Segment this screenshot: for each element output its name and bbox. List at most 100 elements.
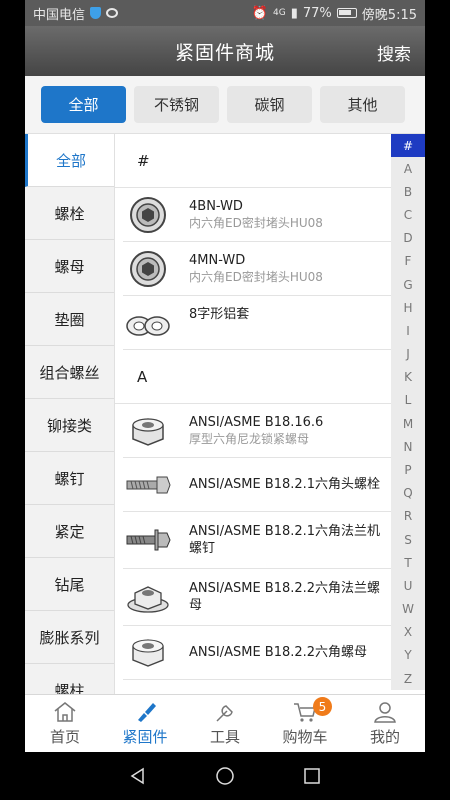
category-item-bolts[interactable]: 螺栓 xyxy=(25,187,114,240)
nav-tools[interactable]: 工具 xyxy=(185,695,265,752)
index-letter[interactable]: R xyxy=(391,505,425,528)
list-item[interactable]: ANSI/ASME B18.2.1六角法兰机螺钉 xyxy=(123,512,425,569)
home-circle-icon[interactable] xyxy=(215,766,235,786)
list-item[interactable]: ANSI/ASME B18.16.6 厚型六角尼龙锁紧螺母 xyxy=(123,404,425,458)
category-item-set-screws[interactable]: 紧定 xyxy=(25,505,114,558)
index-letter[interactable]: X xyxy=(391,621,425,644)
item-name: 8字形铝套 xyxy=(189,307,250,322)
item-name: 4BN-WD xyxy=(189,198,243,214)
product-list: # 4BN-WD 内六角ED密封堵头HU08 4MN-WD 内六角ED密封堵头H… xyxy=(115,134,425,694)
home-icon xyxy=(54,702,76,722)
index-letter[interactable]: M xyxy=(391,412,425,435)
category-item-nuts[interactable]: 螺母 xyxy=(25,240,114,293)
nav-profile[interactable]: 我的 xyxy=(345,695,425,752)
search-button[interactable]: 搜索 xyxy=(377,40,411,65)
category-item-studs[interactable]: 螺柱 xyxy=(25,664,114,695)
alarm-icon: ⏰ xyxy=(251,5,269,21)
status-bar: 中国电信 ⏰ 4G ▮ 77% 傍晚5:15 xyxy=(25,0,425,26)
brush-icon xyxy=(138,703,156,722)
list-item[interactable]: 4BN-WD 内六角ED密封堵头HU08 xyxy=(123,188,425,242)
item-name: ANSI/ASME B18.2.2六角法兰螺母 xyxy=(189,581,381,613)
section-header: # xyxy=(115,134,425,188)
nav-label: 工具 xyxy=(209,728,240,746)
index-letter[interactable]: Y xyxy=(391,644,425,667)
alphabet-index-bar[interactable]: # A B C D F G H I J K L M N P Q R S T U W X Y Z xyxy=(391,134,425,690)
filter-tab-carbon[interactable]: 碳钢 xyxy=(227,86,312,123)
category-item-expansion[interactable]: 膨胀系列 xyxy=(25,611,114,664)
index-letter[interactable]: # xyxy=(391,134,425,158)
index-letter[interactable]: T xyxy=(391,551,425,574)
index-letter[interactable]: A xyxy=(391,157,425,180)
nav-label: 紧固件 xyxy=(122,728,168,746)
item-name: 4MN-WD xyxy=(189,252,246,268)
index-letter[interactable]: U xyxy=(391,574,425,597)
app-screen: 中国电信 ⏰ 4G ▮ 77% 傍晚5:15 紧固件商城 搜索 全部 不锈钢 碳… xyxy=(25,0,425,800)
app-header: 紧固件商城 搜索 xyxy=(25,26,425,76)
hex-nut-icon xyxy=(123,633,173,673)
index-letter[interactable]: D xyxy=(391,227,425,250)
index-letter[interactable]: P xyxy=(391,458,425,481)
clock: 傍晚5:15 xyxy=(361,7,417,23)
item-name: ANSI/ASME B18.16.6 xyxy=(189,414,324,430)
section-header: A xyxy=(115,350,425,404)
filter-tab-other[interactable]: 其他 xyxy=(320,86,405,123)
nylon-nut-icon xyxy=(123,411,173,451)
shield-icon xyxy=(90,7,102,19)
index-letter[interactable]: K xyxy=(391,366,425,389)
list-item[interactable]: 4MN-WD 内六角ED密封堵头HU08 xyxy=(123,242,425,296)
nav-fasteners[interactable]: 紧固件 xyxy=(105,695,185,752)
system-nav-bar xyxy=(25,752,425,800)
category-item-rivets[interactable]: 铆接类 xyxy=(25,399,114,452)
category-item-combo-screws[interactable]: 组合螺丝 xyxy=(25,346,114,399)
recents-icon[interactable] xyxy=(302,766,322,786)
battery-level: 77% xyxy=(302,5,332,21)
index-letter[interactable]: C xyxy=(391,204,425,227)
item-name: ANSI/ASME B18.2.2六角螺母 xyxy=(189,645,368,660)
nav-home[interactable]: 首页 xyxy=(25,695,105,752)
index-letter[interactable]: I xyxy=(391,319,425,342)
index-letter[interactable]: B xyxy=(391,180,425,203)
nav-cart[interactable]: 5 购物车 xyxy=(265,695,345,752)
figure8-sleeve-icon xyxy=(123,306,173,346)
index-letter[interactable]: L xyxy=(391,389,425,412)
nav-label: 我的 xyxy=(369,728,400,746)
flange-nut-icon xyxy=(123,577,173,617)
signal-label: 4G xyxy=(273,8,286,18)
filter-tab-stainless[interactable]: 不锈钢 xyxy=(134,86,219,123)
cart-count-badge: 5 xyxy=(313,697,332,716)
filter-tab-all[interactable]: 全部 xyxy=(41,86,126,123)
bottom-nav: 首页 紧固件 工具 5 购物车 我的 xyxy=(25,694,425,752)
index-letter[interactable]: N xyxy=(391,435,425,458)
category-sidebar: 全部 螺栓 螺母 垫圈 组合螺丝 铆接类 螺钉 紧定 钻尾 膨胀系列 螺柱 xyxy=(25,134,115,694)
category-item-screws[interactable]: 螺钉 xyxy=(25,452,114,505)
index-letter[interactable]: F xyxy=(391,250,425,273)
category-item-drill-tail[interactable]: 钻尾 xyxy=(25,558,114,611)
back-icon[interactable] xyxy=(128,766,148,786)
item-name: ANSI/ASME B18.2.1六角头螺栓 xyxy=(189,477,381,492)
list-item[interactable]: 8字形铝套 xyxy=(123,296,425,350)
index-letter[interactable]: J xyxy=(391,343,425,366)
nav-label: 首页 xyxy=(49,728,80,746)
index-letter[interactable]: Q xyxy=(391,482,425,505)
signal-icon: ▮ xyxy=(290,5,298,21)
index-letter[interactable]: H xyxy=(391,296,425,319)
category-item-washers[interactable]: 垫圈 xyxy=(25,293,114,346)
flange-bolt-icon xyxy=(123,520,173,560)
index-letter[interactable]: W xyxy=(391,597,425,620)
index-letter[interactable]: G xyxy=(391,273,425,296)
battery-icon xyxy=(336,8,357,18)
material-filter-tabs: 全部 不锈钢 碳钢 其他 xyxy=(25,76,425,134)
index-letter[interactable]: S xyxy=(391,528,425,551)
socket-plug-icon xyxy=(123,249,173,289)
category-item-all[interactable]: 全部 xyxy=(25,134,114,187)
item-description: 厚型六角尼龙锁紧螺母 xyxy=(189,431,310,446)
list-item[interactable]: ANSI/ASME B18.2.2六角法兰螺母 xyxy=(123,569,425,626)
index-letter[interactable]: Z xyxy=(391,667,425,690)
carrier-label: 中国电信 xyxy=(33,7,86,23)
item-name: ANSI/ASME B18.2.1六角法兰机螺钉 xyxy=(189,524,381,556)
item-description: 内六角ED密封堵头HU08 xyxy=(189,269,323,284)
list-item[interactable]: ANSI/ASME B18.2.1六角头螺栓 xyxy=(123,458,425,512)
hex-bolt-icon xyxy=(123,465,173,505)
wrench-icon xyxy=(216,705,233,722)
list-item[interactable]: ANSI/ASME B18.2.2六角螺母 xyxy=(123,626,425,680)
